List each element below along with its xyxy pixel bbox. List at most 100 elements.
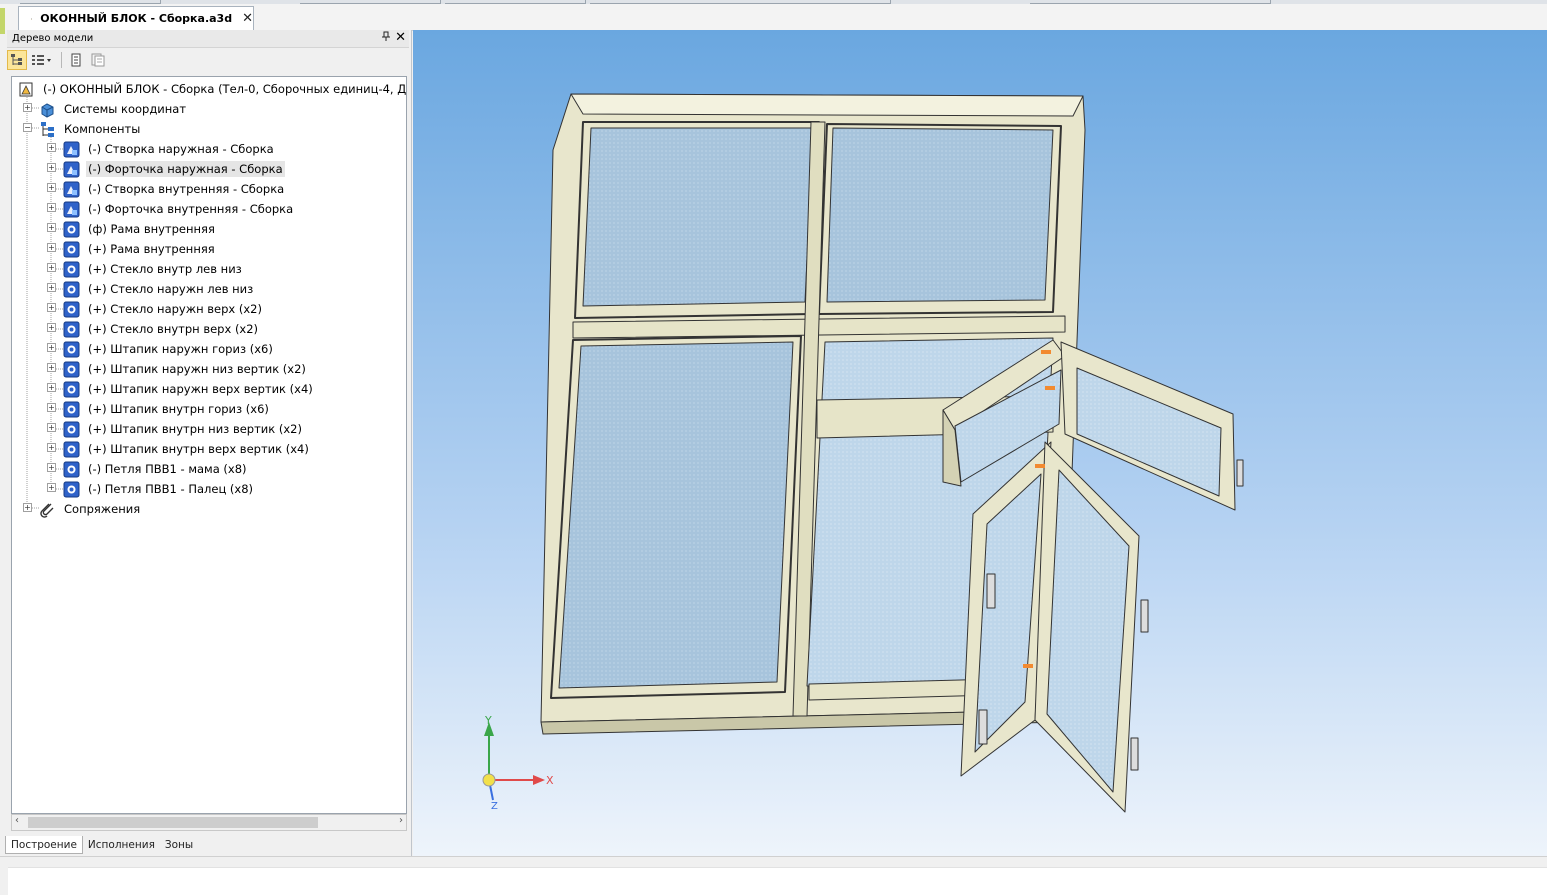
pin-icon[interactable] [381,31,391,45]
document-list-button[interactable] [88,50,108,70]
expand-item-toggle[interactable]: + [47,203,56,212]
expand-item-toggle[interactable]: + [47,383,56,392]
inner-sash-handle-top[interactable] [986,573,996,609]
subassembly-icon [63,201,80,217]
part-icon [63,441,80,457]
tree-item-component[interactable]: (+) Штапик внутрн низ вертик (x2) [63,419,304,439]
tree-item-component[interactable]: (-) Форточка внутренняя - Сборка [63,199,295,219]
close-panel-icon[interactable]: ✕ [395,30,406,45]
3d-viewport[interactable]: Y X Z [413,30,1547,856]
tree-item-component[interactable]: (+) Штапик внутрн гориз (x6) [63,399,271,419]
tree-item-label: (-) Петля ПВВ1 - Палец (x8) [88,482,254,496]
properties-button[interactable] [66,50,86,70]
tab-zones[interactable]: Зоны [160,836,198,853]
expand-item-toggle[interactable]: + [47,403,56,412]
expand-item-toggle[interactable]: + [47,483,56,492]
tree-item-mates[interactable]: Сопряжения [39,499,142,519]
tree-item-label: (+) Штапик наружн гориз (x6) [88,342,273,356]
expand-item-toggle[interactable]: + [47,423,56,432]
assembly-document-icon [31,17,33,20]
scroll-left-icon[interactable]: ‹ [15,815,19,826]
tree-item-label: (+) Штапик внутрн верх вертик (x4) [88,442,309,456]
tree-item-label: (+) Стекло внутрн верх (x2) [88,322,259,336]
tree-item-component[interactable]: (+) Стекло наружн верх (x2) [63,299,264,319]
vent-handle[interactable] [1236,459,1244,487]
scroll-right-icon[interactable]: › [399,815,403,826]
tree-root-label: (-) ОКОННЫЙ БЛОК - Сборка (Тел-0, Сбороч… [43,82,407,96]
expand-item-toggle[interactable]: + [47,143,56,152]
tree-item-label: (ф) Рама внутренняя [88,222,215,236]
tree-item-label: (+) Штапик внутрн гориз (x6) [88,402,269,416]
tree-item-components[interactable]: Компоненты [39,119,142,139]
document-tab-bar: ОКОННЫЙ БЛОК - Сборка.a3d ✕ [0,4,1547,34]
tree-item-component[interactable]: (+) Штапик внутрн верх вертик (x4) [63,439,311,459]
part-icon [63,361,80,377]
subassembly-icon [63,181,80,197]
part-icon [63,421,80,437]
tree-root[interactable]: (-) ОКОННЫЙ БЛОК - Сборка (Тел-0, Сбороч… [18,79,407,99]
expand-item-toggle[interactable]: + [47,183,56,192]
outer-sash-handle-bottom[interactable] [1130,737,1139,771]
expand-item-toggle[interactable]: + [47,263,56,272]
panel-bottom-tabs: Построение Исполнения Зоны [5,836,198,854]
scroll-thumb[interactable] [28,817,318,828]
tree-item-label: (+) Рама внутренняя [88,242,215,256]
glass-lower-left [558,341,794,689]
expand-item-toggle[interactable]: + [47,463,56,472]
tree-item-component[interactable]: (ф) Рама внутренняя [63,219,217,239]
axis-y-label: Y [484,714,492,727]
expand-systems-toggle[interactable]: + [23,103,32,112]
part-icon [63,461,80,477]
part-icon [63,481,80,497]
tree-view-dropdown-button[interactable] [29,50,55,70]
outer-sash-handle-top[interactable] [1140,599,1149,633]
tree-item-component[interactable]: (+) Штапик наружн верх вертик (x4) [63,379,315,399]
tree-item-component[interactable]: (+) Стекло внутр лев низ [63,259,244,279]
inner-sash-handle-bottom[interactable] [978,709,988,745]
collapse-components-toggle[interactable]: − [23,123,32,132]
expand-item-toggle[interactable]: + [47,223,56,232]
tree-item-component[interactable]: (-) Створка наружная - Сборка [63,139,276,159]
part-icon [63,281,80,297]
expand-item-toggle[interactable]: + [47,343,56,352]
expand-item-toggle[interactable]: + [47,303,56,312]
tree-item-label: (+) Штапик наружн верх вертик (x4) [88,382,313,396]
tree-structure-button[interactable] [7,50,27,70]
tree-item-coordinate-systems[interactable]: Системы координат [39,99,188,119]
expand-mates-toggle[interactable]: + [23,503,32,512]
tree-item-component[interactable]: (+) Штапик наружн гориз (x6) [63,339,275,359]
tree-item-component[interactable]: (-) Форточка наружная - Сборка [63,159,285,179]
coordinate-system-icon [41,102,54,118]
tree-item-label: (+) Штапик внутрн низ вертик (x2) [88,422,302,436]
part-icon [63,221,80,237]
tree-item-component[interactable]: (-) Петля ПВВ1 - Палец (x8) [63,479,255,499]
part-icon [63,301,80,317]
document-list-icon [91,53,105,67]
part-icon [63,261,80,277]
tree-item-component[interactable]: (-) Створка внутренняя - Сборка [63,179,286,199]
expand-item-toggle[interactable]: + [47,283,56,292]
part-icon [63,321,80,337]
expand-item-toggle[interactable]: + [47,323,56,332]
expand-item-toggle[interactable]: + [47,443,56,452]
tree-item-label: Системы координат [64,102,187,116]
tree-item-component[interactable]: (+) Рама внутренняя [63,239,217,259]
tree-horizontal-scrollbar[interactable]: ‹ › [11,814,407,831]
status-bar [0,856,1547,895]
document-tab[interactable]: ОКОННЫЙ БЛОК - Сборка.a3d ✕ [18,6,254,30]
tree-item-label: (+) Стекло наружн лев низ [88,282,254,296]
tree-item-component[interactable]: (+) Стекло наружн лев низ [63,279,255,299]
tree-item-component[interactable]: (+) Стекло внутрн верх (x2) [63,319,260,339]
tree-item-component[interactable]: (-) Петля ПВВ1 - мама (x8) [63,459,249,479]
tab-construction[interactable]: Построение [5,836,83,854]
expand-item-toggle[interactable]: + [47,243,56,252]
tab-versions[interactable]: Исполнения [83,836,160,853]
close-tab-icon[interactable]: ✕ [242,11,253,26]
tree-item-component[interactable]: (+) Штапик наружн низ вертик (x2) [63,359,308,379]
document-tab-title: ОКОННЫЙ БЛОК - Сборка.a3d [40,12,233,25]
expand-item-toggle[interactable]: + [47,163,56,172]
model-tree: (-) ОКОННЫЙ БЛОК - Сборка (Тел-0, Сбороч… [11,76,407,814]
viewport-canvas[interactable]: Y X Z [413,30,1547,856]
expand-item-toggle[interactable]: + [47,363,56,372]
tree-toolbar [7,49,409,71]
